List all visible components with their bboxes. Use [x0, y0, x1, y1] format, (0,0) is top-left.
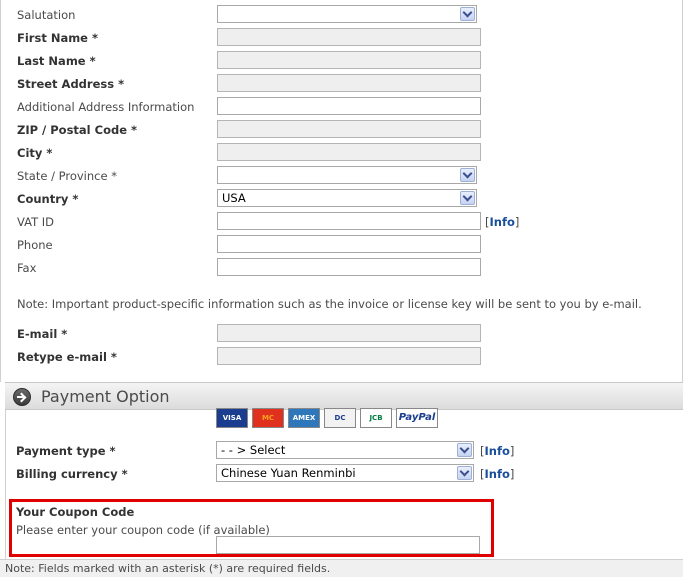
- coupon-input[interactable]: [216, 536, 480, 554]
- email-row: E-mail *: [1, 324, 683, 344]
- coupon-highlight-box: Your Coupon Code Please enter your coupo…: [9, 499, 494, 557]
- chevron-down-icon[interactable]: [460, 168, 475, 182]
- state-label: State / Province *: [17, 169, 117, 183]
- phone-row: Phone: [1, 235, 683, 255]
- email-label: E-mail *: [17, 327, 68, 341]
- bracket-close: ]: [514, 215, 520, 229]
- diners-club-icon: DC: [324, 408, 356, 428]
- retype-email-input[interactable]: [217, 347, 481, 365]
- chevron-down-icon[interactable]: [460, 191, 475, 205]
- email-note: Note: Important product-specific informa…: [17, 297, 642, 311]
- vat-input[interactable]: [217, 212, 481, 230]
- mastercard-icon: MC: [252, 408, 284, 428]
- country-row: Country * USA: [1, 189, 683, 209]
- chevron-down-icon[interactable]: [457, 466, 472, 480]
- chevron-down-icon[interactable]: [457, 443, 472, 457]
- retype-email-row: Retype e-mail *: [1, 347, 683, 367]
- payment-type-select[interactable]: - - > Select: [216, 441, 474, 459]
- billing-currency-row: Billing currency * Chinese Yuan Renminbi…: [0, 464, 683, 484]
- address-form: Salutation First Name * Last Name * Stre…: [0, 0, 683, 382]
- vat-label: VAT ID: [17, 215, 55, 229]
- country-select[interactable]: USA: [217, 189, 477, 207]
- payment-type-value: - - > Select: [221, 443, 286, 457]
- country-label: Country *: [17, 192, 79, 206]
- retype-email-label: Retype e-mail *: [17, 350, 117, 364]
- first-name-row: First Name *: [1, 28, 683, 48]
- fax-input[interactable]: [217, 258, 481, 276]
- state-row: State / Province *: [1, 166, 683, 186]
- fax-row: Fax: [1, 258, 683, 278]
- country-value: USA: [222, 191, 246, 205]
- zip-label: ZIP / Postal Code *: [17, 123, 138, 137]
- vat-info-link[interactable]: Info: [490, 215, 515, 229]
- phone-input[interactable]: [217, 235, 481, 253]
- payment-type-row: Payment type * - - > Select [Info]: [0, 441, 683, 461]
- additional-address-input[interactable]: [217, 97, 481, 115]
- billing-currency-info-link[interactable]: Info: [485, 467, 510, 481]
- required-fields-note: Note: Fields marked with an asterisk (*)…: [5, 562, 331, 575]
- billing-currency-info: [Info]: [480, 467, 515, 481]
- street-address-row: Street Address *: [1, 74, 683, 94]
- billing-currency-select[interactable]: Chinese Yuan Renminbi: [216, 464, 474, 482]
- state-select[interactable]: [217, 166, 477, 184]
- city-row: City *: [1, 143, 683, 163]
- arrow-circle-icon: [13, 388, 31, 406]
- zip-row: ZIP / Postal Code *: [1, 120, 683, 140]
- first-name-input[interactable]: [217, 28, 481, 46]
- additional-address-label: Additional Address Information: [17, 100, 195, 114]
- additional-address-row: Additional Address Information: [1, 97, 683, 117]
- email-input[interactable]: [217, 324, 481, 342]
- footer: Note: Fields marked with an asterisk (*)…: [0, 559, 683, 577]
- street-address-input[interactable]: [217, 74, 481, 92]
- vat-row: VAT ID [Info]: [1, 212, 683, 232]
- salutation-row: Salutation: [1, 5, 683, 25]
- payment-type-label: Payment type *: [16, 444, 116, 458]
- jcb-icon: JCB: [360, 408, 392, 428]
- coupon-hint: Please enter your coupon code (if availa…: [16, 523, 270, 537]
- last-name-label: Last Name *: [17, 54, 96, 68]
- payment-section-title: Payment Option: [41, 387, 170, 406]
- salutation-select[interactable]: [217, 5, 477, 23]
- last-name-input[interactable]: [217, 51, 481, 69]
- city-label: City *: [17, 146, 53, 160]
- paypal-icon: PayPal: [396, 408, 438, 428]
- visa-icon: VISA: [216, 408, 248, 428]
- billing-currency-label: Billing currency *: [16, 467, 128, 481]
- payment-section-header[interactable]: Payment Option: [5, 382, 683, 410]
- salutation-label: Salutation: [17, 8, 76, 22]
- phone-label: Phone: [17, 238, 53, 252]
- fax-label: Fax: [17, 261, 37, 275]
- city-input[interactable]: [217, 143, 481, 161]
- amex-icon: AMEX: [288, 408, 320, 428]
- first-name-label: First Name *: [17, 31, 98, 45]
- vat-info: [Info]: [485, 215, 519, 229]
- last-name-row: Last Name *: [1, 51, 683, 71]
- billing-currency-value: Chinese Yuan Renminbi: [221, 466, 356, 480]
- street-address-label: Street Address *: [17, 77, 125, 91]
- payment-type-info-link[interactable]: Info: [485, 444, 510, 458]
- payment-type-info: [Info]: [480, 444, 515, 458]
- zip-input[interactable]: [217, 120, 481, 138]
- chevron-down-icon[interactable]: [460, 7, 475, 21]
- coupon-title: Your Coupon Code: [16, 505, 135, 519]
